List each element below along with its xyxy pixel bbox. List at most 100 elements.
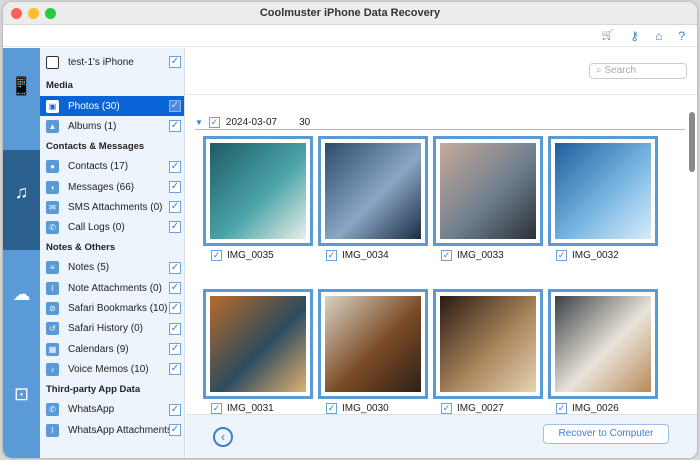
checkbox[interactable]: ✓: [169, 403, 181, 416]
category-icon: ♪: [46, 362, 59, 376]
checkbox[interactable]: ✓: [169, 180, 181, 193]
scrollbar[interactable]: [689, 112, 695, 172]
item-label: Albums (1): [68, 120, 117, 132]
photo-checkbox[interactable]: ✓: [326, 250, 337, 261]
category-icon: ⌇: [46, 281, 59, 295]
search-input[interactable]: ⌕ Search: [589, 63, 687, 79]
section-header: Notes & Others: [46, 241, 116, 253]
photo-tile[interactable]: ✓ IMG_0035: [203, 136, 313, 261]
window-title: Coolmuster iPhone Data Recovery: [259, 7, 441, 19]
sidebar-item[interactable]: ● Contacts (17) ✓: [40, 157, 184, 177]
photos-icon: ▣: [46, 99, 59, 113]
photo-checkbox[interactable]: ✓: [441, 250, 452, 261]
sidebar-item[interactable]: ↺ Safari History (0) ✓: [40, 319, 184, 339]
checkbox[interactable]: ✓: [169, 342, 181, 355]
photo-checkbox[interactable]: ✓: [556, 250, 567, 261]
sidebar-item[interactable]: ✉ SMS Attachments (0) ✓: [40, 197, 184, 217]
device-name: test-1's iPhone: [68, 56, 134, 68]
device-row[interactable]: test-1's iPhone ✓: [40, 48, 184, 76]
phone-recovery-icon[interactable]: 📱: [3, 76, 40, 97]
photo-name: IMG_0035: [227, 250, 274, 261]
photo-thumbnail[interactable]: [318, 136, 428, 246]
checkbox[interactable]: ✓: [169, 160, 181, 173]
item-label: SMS Attachments (0): [68, 201, 163, 213]
photo-thumbnail[interactable]: [318, 289, 428, 399]
photo-thumbnail[interactable]: [203, 289, 313, 399]
main-panel: ⌕ Search ▼ ✓ 2024-03-07 30 ✓ IMG_0035 ✓ IMG…: [186, 48, 697, 458]
category-icon: ●: [46, 160, 59, 174]
photo-thumbnail[interactable]: [548, 136, 658, 246]
checkbox[interactable]: ✓: [169, 221, 181, 234]
photo-tile[interactable]: ✓ IMG_0026: [548, 289, 658, 414]
category-icon: ✉: [46, 200, 59, 214]
photo-tile[interactable]: ✓ IMG_0030: [318, 289, 428, 414]
checkbox[interactable]: ✓: [169, 282, 181, 295]
cart-icon[interactable]: 🛒: [602, 30, 614, 41]
key-icon[interactable]: ⚷: [630, 29, 639, 43]
section-header: Third-party App Data: [46, 383, 141, 395]
checkbox[interactable]: ✓: [169, 261, 181, 274]
category-icon: ⌇: [46, 423, 59, 437]
photo-thumbnail[interactable]: [203, 136, 313, 246]
item-label: Messages (66): [68, 181, 135, 193]
help-icon[interactable]: ?: [678, 29, 685, 43]
photo-checkbox[interactable]: ✓: [326, 403, 337, 414]
photo-thumbnail[interactable]: [433, 289, 543, 399]
photo-tile[interactable]: ✓ IMG_0031: [203, 289, 313, 414]
sidebar-item[interactable]: ⌇ Note Attachments (0) ✓: [40, 278, 184, 298]
recover-to-computer-button[interactable]: Recover to Computer: [543, 424, 669, 444]
category-icon: ✆: [46, 221, 59, 235]
item-label: Call Logs (0): [68, 222, 125, 234]
checkbox[interactable]: ✓: [169, 423, 181, 436]
sidebar-item-photos[interactable]: ▣ Photos (30) ✓: [40, 96, 184, 117]
category-icon: ◖: [46, 180, 59, 194]
photo-tile[interactable]: ✓ IMG_0034: [318, 136, 428, 261]
mode-rail: 📱 ♫ ☁ ⊡: [3, 48, 40, 458]
photo-checkbox[interactable]: ✓: [556, 403, 567, 414]
checkbox[interactable]: ✓: [169, 56, 181, 68]
sidebar-item[interactable]: ▦ Calendars (9) ✓: [40, 339, 184, 359]
itunes-backup-icon[interactable]: ♫: [3, 182, 40, 203]
sidebar-item[interactable]: ⊘ Safari Bookmarks (10) ✓: [40, 298, 184, 318]
minimize-button[interactable]: [28, 8, 39, 19]
photo-tile[interactable]: ✓ IMG_0027: [433, 289, 543, 414]
icloud-icon[interactable]: ☁: [3, 284, 40, 305]
checkbox[interactable]: ✓: [169, 302, 181, 315]
photo-thumbnail[interactable]: [433, 136, 543, 246]
photo-checkbox[interactable]: ✓: [211, 250, 222, 261]
home-icon[interactable]: ⌂: [655, 29, 662, 43]
sidebar-item[interactable]: ◖ Messages (66) ✓: [40, 177, 184, 197]
collapse-triangle-icon[interactable]: ▼: [195, 118, 203, 127]
sidebar-item[interactable]: ✆ Call Logs (0) ✓: [40, 217, 184, 237]
group-checkbox[interactable]: ✓: [208, 117, 220, 128]
date-group-header: ▼ ✓ 2024-03-07 30: [195, 116, 685, 130]
zoom-button[interactable]: [45, 8, 56, 19]
item-label: Photos (30): [68, 100, 120, 112]
checkbox[interactable]: ✓: [169, 363, 181, 376]
photo-name: IMG_0032: [572, 250, 619, 261]
checkbox[interactable]: ✓: [169, 120, 181, 133]
checkbox[interactable]: ✓: [169, 201, 181, 214]
toolbar: 🛒 ⚷ ⌂ ?: [3, 25, 697, 47]
checkbox[interactable]: ✓: [169, 100, 181, 112]
category-icon: ↺: [46, 322, 59, 336]
sidebar-item-albums[interactable]: ▲ Albums (1) ✓: [40, 116, 184, 136]
title-bar: Coolmuster iPhone Data Recovery: [3, 2, 697, 25]
sidebar-item[interactable]: ✆ WhatsApp ✓: [40, 400, 184, 420]
photo-thumbnail[interactable]: [548, 289, 658, 399]
app-window: Coolmuster iPhone Data Recovery 🛒 ⚷ ⌂ ? …: [3, 2, 697, 458]
photo-checkbox[interactable]: ✓: [441, 403, 452, 414]
item-label: Calendars (9): [68, 343, 129, 355]
photo-tile[interactable]: ✓ IMG_0032: [548, 136, 658, 261]
sidebar-item[interactable]: ≡ Notes (5) ✓: [40, 258, 184, 278]
category-icon: ⊘: [46, 302, 59, 316]
category-icon: ▦: [46, 342, 59, 356]
back-button[interactable]: ‹: [213, 427, 233, 447]
checkbox[interactable]: ✓: [169, 322, 181, 335]
photo-tile[interactable]: ✓ IMG_0033: [433, 136, 543, 261]
sidebar-item[interactable]: ⌇ WhatsApp Attachments ✓: [40, 420, 184, 440]
photo-checkbox[interactable]: ✓: [211, 403, 222, 414]
close-button[interactable]: [11, 8, 22, 19]
toolbox-icon[interactable]: ⊡: [3, 384, 40, 405]
sidebar-item[interactable]: ♪ Voice Memos (10) ✓: [40, 359, 184, 379]
